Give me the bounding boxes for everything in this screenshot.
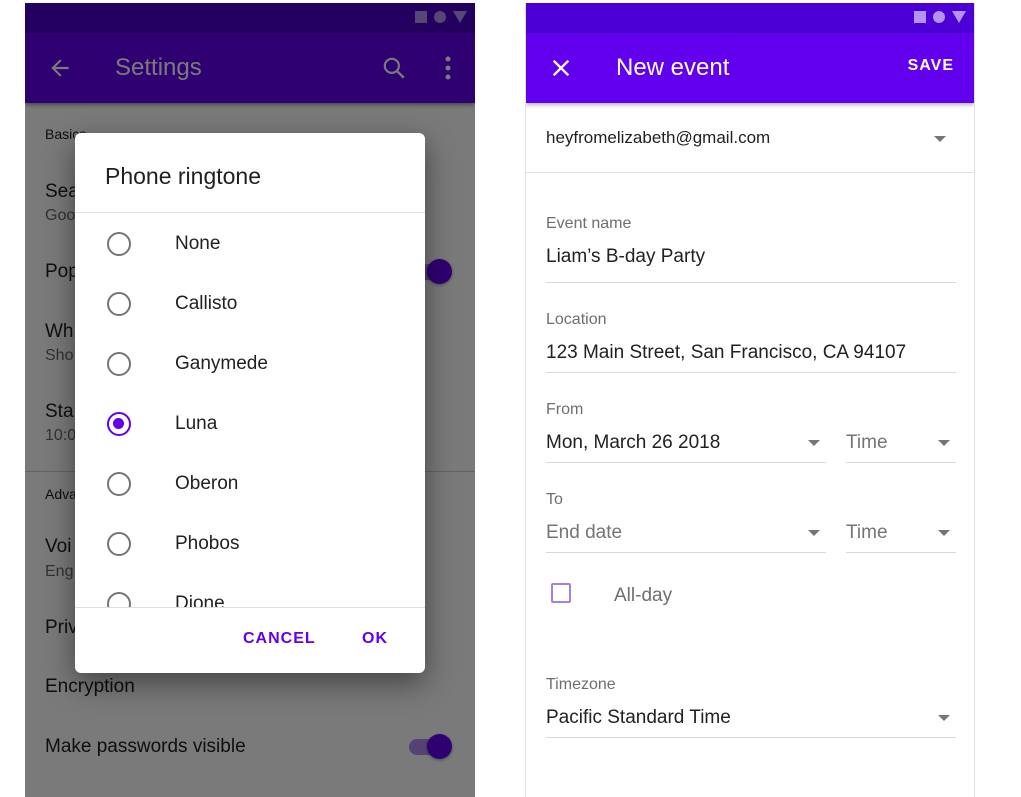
to-time-underline xyxy=(846,552,956,553)
new-event-app-bar: New event SAVE xyxy=(526,33,974,103)
radio-button[interactable] xyxy=(107,592,131,607)
radio-button[interactable] xyxy=(107,232,131,256)
option-label: Luna xyxy=(175,413,218,434)
ok-button[interactable]: OK xyxy=(362,630,388,648)
from-time-underline xyxy=(846,462,956,463)
status-circle-icon xyxy=(933,11,945,23)
chevron-down-icon xyxy=(938,715,950,721)
chevron-down-icon xyxy=(808,440,820,446)
option-label: Phobos xyxy=(175,533,240,554)
timezone-label: Timezone xyxy=(546,676,616,693)
ringtone-option[interactable]: Dione xyxy=(75,573,425,607)
chevron-down-icon xyxy=(808,530,820,536)
status-bar xyxy=(526,3,974,33)
option-label: None xyxy=(175,233,221,254)
dialog-divider-bottom xyxy=(75,607,425,608)
from-label: From xyxy=(546,401,584,418)
from-time-select[interactable]: Time xyxy=(846,432,888,454)
ringtone-option[interactable]: Oberon xyxy=(75,453,425,513)
ringtone-options-list[interactable]: None Callisto Ganymede Luna Oberon Phobo… xyxy=(75,213,425,607)
radio-button[interactable] xyxy=(107,472,131,496)
option-label: Oberon xyxy=(175,473,239,494)
chevron-down-icon xyxy=(938,530,950,536)
status-triangle-icon xyxy=(952,11,966,23)
ringtone-option[interactable]: None xyxy=(75,213,425,273)
event-name-label: Event name xyxy=(546,215,632,232)
from-date-underline xyxy=(546,462,826,463)
radio-button[interactable] xyxy=(107,352,131,376)
location-input[interactable]: 123 Main Street, San Francisco, CA 94107 xyxy=(546,342,906,364)
all-day-label: All-day xyxy=(614,585,673,606)
ringtone-option[interactable]: Ganymede xyxy=(75,333,425,393)
to-label: To xyxy=(546,491,563,508)
status-icons xyxy=(914,11,966,23)
page-title: New event xyxy=(616,54,730,81)
option-label: Dione xyxy=(175,593,225,607)
option-label: Ganymede xyxy=(175,353,268,374)
from-date-select[interactable]: Mon, March 26 2018 xyxy=(546,432,720,454)
timezone-underline xyxy=(546,737,956,738)
radio-button-checked[interactable] xyxy=(107,412,131,436)
account-email: heyfromelizabeth@gmail.com xyxy=(546,128,771,147)
chevron-down-icon xyxy=(938,440,950,446)
settings-screen: Settings Basics Sea Goo Pop Wh Sho Sta 1… xyxy=(25,3,475,797)
chevron-down-icon xyxy=(934,136,946,142)
radio-button[interactable] xyxy=(107,532,131,556)
location-underline xyxy=(546,372,956,373)
location-label: Location xyxy=(546,311,607,328)
event-name-input[interactable]: Liam’s B-day Party xyxy=(546,246,705,268)
to-date-underline xyxy=(546,552,826,553)
cancel-button[interactable]: CANCEL xyxy=(243,630,316,648)
radio-button[interactable] xyxy=(107,292,131,316)
timezone-select[interactable]: Pacific Standard Time xyxy=(546,707,731,729)
to-time-select[interactable]: Time xyxy=(846,522,888,544)
to-date-select[interactable]: End date xyxy=(546,522,622,544)
ringtone-option[interactable]: Callisto xyxy=(75,273,425,333)
close-icon[interactable] xyxy=(550,57,572,79)
account-selector[interactable]: heyfromelizabeth@gmail.com xyxy=(526,103,974,173)
status-square-icon xyxy=(914,11,926,23)
option-label: Callisto xyxy=(175,293,238,314)
event-name-underline xyxy=(546,282,956,283)
ringtone-option[interactable]: Phobos xyxy=(75,513,425,573)
new-event-screen: New event SAVE heyfromelizabeth@gmail.co… xyxy=(525,3,975,797)
save-button[interactable]: SAVE xyxy=(908,57,954,75)
all-day-checkbox[interactable] xyxy=(551,583,571,603)
dialog-title: Phone ringtone xyxy=(105,163,262,189)
ringtone-option-selected[interactable]: Luna xyxy=(75,393,425,453)
ringtone-dialog: Phone ringtone None Callisto Ganymede Lu… xyxy=(75,133,425,673)
